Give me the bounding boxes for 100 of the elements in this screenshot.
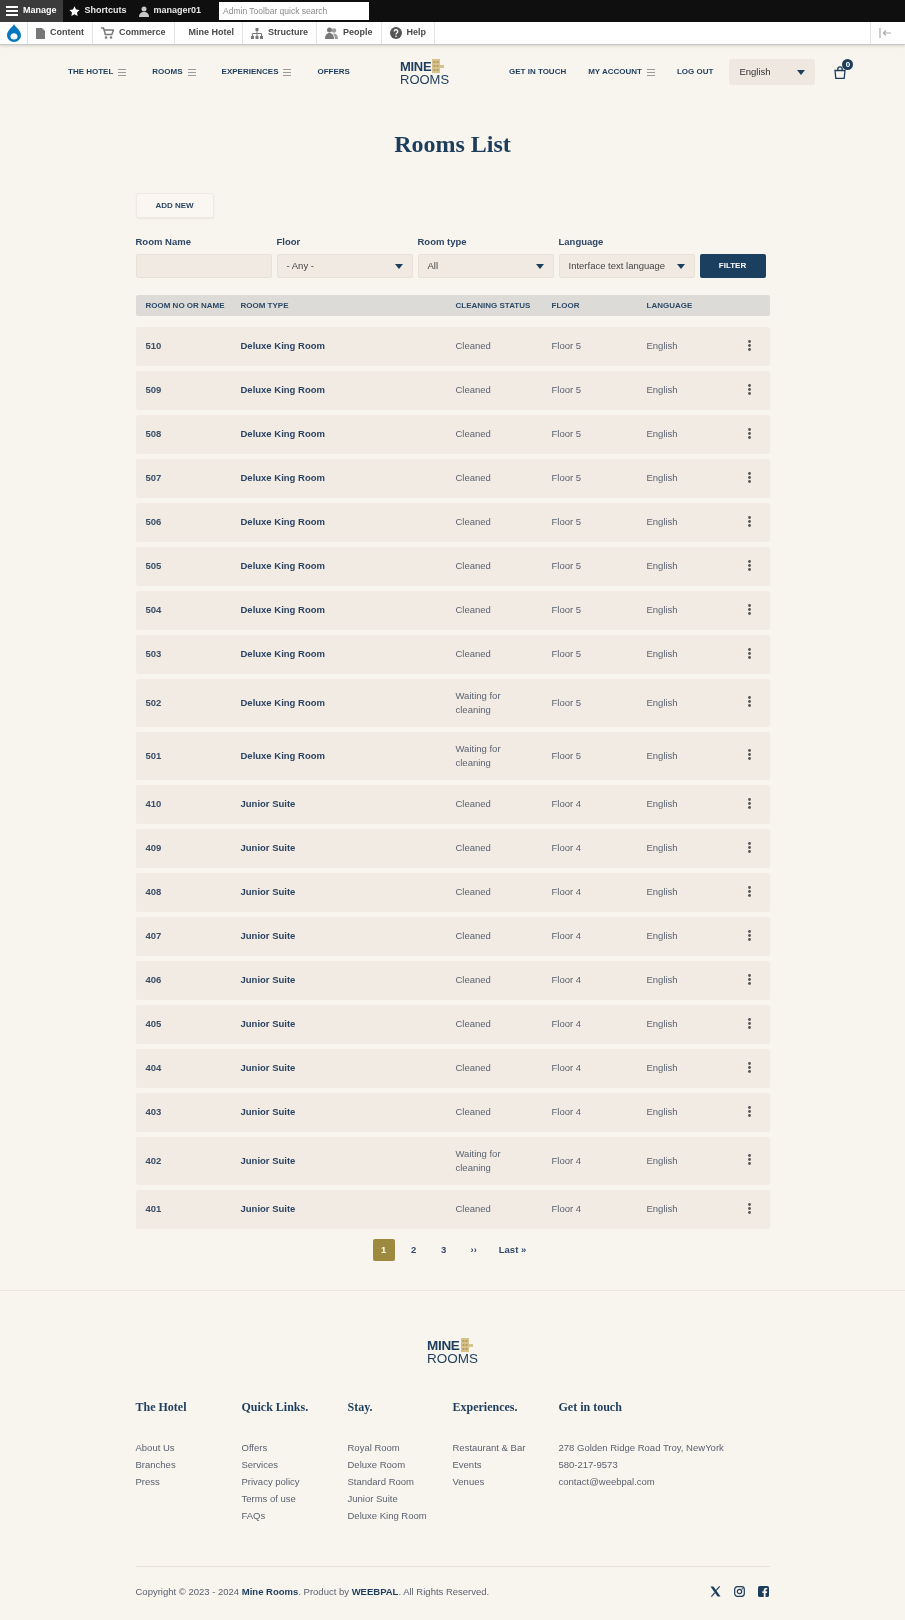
logo-text[interactable]: MINE <box>400 60 432 73</box>
page-button[interactable]: 3 <box>432 1239 455 1261</box>
table-cell: English <box>646 471 678 486</box>
language-dropdown[interactable]: English <box>729 59 816 85</box>
kebab-menu-icon[interactable] <box>747 885 751 897</box>
table-cell-text: Floor 5 <box>551 748 582 763</box>
logo-text[interactable]: ROOMS <box>400 72 450 86</box>
footer-heading: Get in touch <box>558 1400 622 1414</box>
search-field[interactable]: Admin Toolbar quick search <box>219 2 370 20</box>
table-cell: Floor 4 <box>551 929 582 944</box>
facebook-icon[interactable] <box>757 1586 769 1597</box>
copyright-text: Copyright © 2023 - 2024 Mine Rooms. Product by WEEBPAL. All Rights Reserved. <box>135 1584 490 1599</box>
kebab-menu-icon[interactable] <box>747 515 751 527</box>
footer-link[interactable]: Terms of use <box>241 1489 296 1507</box>
kebab-menu-icon[interactable] <box>747 1154 751 1165</box>
nav-link[interactable]: MY ACCOUNT <box>588 66 655 78</box>
footer-link[interactable]: Deluxe King Room <box>347 1506 427 1524</box>
footer-link[interactable]: 580-217-9573 <box>558 1455 618 1473</box>
table-cell: Cleaned <box>455 885 491 900</box>
toolbar-menu-item[interactable]: Commerce <box>93 22 175 44</box>
kebab-menu-icon[interactable] <box>747 471 751 483</box>
footer-link[interactable]: Offers <box>241 1438 268 1456</box>
footer-link[interactable]: Royal Room <box>347 1438 400 1456</box>
footer-link[interactable]: Events <box>452 1455 482 1473</box>
kebab-menu-icon[interactable] <box>747 383 751 395</box>
kebab-menu-icon[interactable] <box>747 647 751 659</box>
footer-link[interactable]: Privacy policy <box>241 1472 300 1490</box>
page-title: Rooms List <box>393 130 512 158</box>
nav-link[interactable]: THE HOTEL <box>68 66 127 78</box>
nav-link[interactable]: GET IN TOUCH <box>509 66 567 78</box>
toolbar-tab[interactable]: manager01 <box>132 0 208 22</box>
kebab-menu-icon[interactable] <box>747 559 751 571</box>
last-page-link[interactable]: Last » <box>492 1239 533 1261</box>
logo-text[interactable]: MINE <box>427 1340 460 1352</box>
nav-link[interactable]: OFFERS <box>317 66 350 78</box>
table-cell: Floor 5 <box>551 647 582 662</box>
nav-link[interactable]: LOG OUT <box>676 66 714 78</box>
table-cell: Floor 4 <box>551 1017 582 1032</box>
kebab-menu-icon[interactable] <box>747 696 751 707</box>
footer-link[interactable]: Junior Suite <box>347 1489 398 1507</box>
table-cell: Cleaned <box>455 383 491 398</box>
kebab-menu-icon[interactable] <box>747 1105 751 1117</box>
x-logo-icon[interactable] <box>709 1586 721 1597</box>
toolbar-menu-item[interactable]: Structure <box>243 22 318 44</box>
filter-button[interactable]: FILTER <box>699 254 766 278</box>
dropdown-field[interactable]: All <box>417 254 554 278</box>
table-cell: English <box>646 929 678 944</box>
table-cell-text: 501 <box>145 748 162 763</box>
menu-icon <box>6 6 18 16</box>
toolbar-menu-item[interactable]: Help <box>381 22 436 44</box>
table-cell: Cleaned <box>455 1105 491 1120</box>
toolbar-tab[interactable]: Shortcuts <box>62 0 133 22</box>
footer-link[interactable]: About Us <box>135 1438 175 1456</box>
nav-link[interactable]: ROOMS <box>152 66 196 78</box>
table-cell: 507 <box>145 471 162 486</box>
add-new-button[interactable]: ADD NEW <box>135 193 214 218</box>
dropdown-field[interactable]: Interface text language <box>558 254 695 278</box>
table-cell: Junior Suite <box>240 1202 296 1217</box>
kebab-menu-icon[interactable] <box>747 603 751 615</box>
table-cell: Floor 5 <box>551 471 582 486</box>
page-button[interactable]: 2 <box>402 1239 425 1261</box>
kebab-menu-icon[interactable] <box>747 427 751 439</box>
footer-link[interactable]: Services <box>241 1455 278 1473</box>
footer-link[interactable]: contact@weebpal.com <box>558 1472 655 1490</box>
footer-link[interactable]: Deluxe Room <box>347 1455 406 1473</box>
table-cell: Junior Suite <box>240 797 296 812</box>
drop-logo-icon[interactable] <box>6 24 21 42</box>
kebab-menu-icon[interactable] <box>747 973 751 985</box>
table-cell: Cleaned <box>455 647 491 662</box>
footer-link[interactable]: Press <box>135 1472 160 1490</box>
toolbar-menu-item[interactable]: Content <box>28 22 93 44</box>
table-cell: Floor 4 <box>551 1202 582 1217</box>
footer-link[interactable]: Restaurant & Bar <box>452 1438 526 1456</box>
instagram-icon[interactable] <box>733 1586 745 1597</box>
kebab-menu-icon[interactable] <box>747 749 751 760</box>
footer-heading: Quick Links. <box>241 1400 309 1414</box>
next-page-link[interactable]: ›› <box>462 1239 485 1261</box>
logo-text[interactable]: ROOMS <box>427 1352 478 1365</box>
footer-link[interactable]: FAQs <box>241 1506 266 1524</box>
footer-link[interactable]: Venues <box>452 1472 485 1490</box>
kebab-menu-icon[interactable] <box>747 797 751 809</box>
kebab-menu-icon[interactable] <box>747 841 751 853</box>
footer-link[interactable]: Branches <box>135 1455 176 1473</box>
footer-link[interactable]: Standard Room <box>347 1472 415 1490</box>
table-cell: Junior Suite <box>240 885 296 900</box>
nav-link[interactable]: EXPERIENCES <box>221 66 292 78</box>
table-cell: English <box>646 515 678 530</box>
kebab-menu-icon[interactable] <box>747 1017 751 1029</box>
table-cell: Floor 4 <box>551 885 582 900</box>
footer-link[interactable]: 278 Golden Ridge Road Troy, NewYork <box>558 1438 724 1456</box>
kebab-menu-icon[interactable] <box>747 929 751 941</box>
kebab-menu-icon[interactable] <box>747 1202 751 1214</box>
toolbar-menu-item[interactable]: People <box>317 22 382 44</box>
dropdown-field[interactable]: - Any - <box>276 254 413 278</box>
kebab-menu-icon[interactable] <box>747 339 751 351</box>
kebab-menu-icon[interactable] <box>747 1061 751 1073</box>
table-cell-text: Waiting for cleaning <box>455 1146 502 1175</box>
toolbar-tab[interactable]: Manage <box>0 0 63 22</box>
toolbar-menu-item[interactable]: Mine Hotel <box>174 22 244 44</box>
shopping-bag-icon[interactable] <box>834 65 847 79</box>
